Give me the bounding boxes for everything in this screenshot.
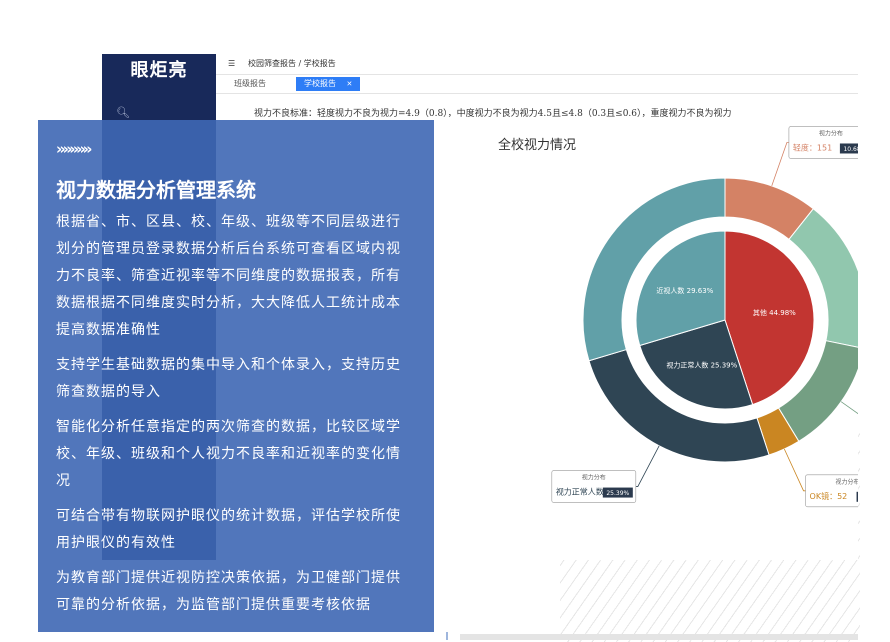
slice-tooltip: 视力分布视力正常人数：35925.39%	[551, 445, 660, 503]
chevrons-icon: »»»»»	[56, 140, 92, 158]
feature-paragraph: 智能化分析任意指定的两次筛查的数据，比较区域学校、年级、班级和个人视力不良率和近…	[56, 419, 401, 489]
tooltip-leader-line	[635, 445, 660, 487]
top-bar: ☰ 校园筛查报告 / 学校报告	[216, 54, 858, 75]
feature-paragraph: 为教育部门提供近视防控决策依据，为卫健部门提供可靠的分析依据，为监管部门提供重要…	[56, 570, 401, 613]
tooltip-title: 视力分布	[836, 478, 858, 486]
tooltip-percent: 10.68%	[843, 146, 858, 153]
tooltip-leader-line	[840, 401, 858, 415]
search-icon[interactable]: 🔍︎	[116, 106, 130, 119]
app-logo: 眼炬亮	[130, 60, 188, 81]
footer-divider	[460, 634, 858, 640]
tab-school-report[interactable]: 学校报告 ✕	[296, 77, 361, 91]
slice-tooltip: 视力分布重度：18513.08%	[840, 401, 858, 415]
tooltip-title: 视力分布	[582, 474, 606, 482]
tooltip-leader-line	[783, 448, 806, 492]
tooltip-name: 轻度：151	[793, 142, 832, 152]
feature-paragraph: 根据省、市、区县、校、年级、班级等不同层级进行划分的管理员登录数据分析后台系统可…	[56, 214, 401, 338]
feature-list: 根据省、市、区县、校、年级、班级等不同层级进行划分的管理员登录数据分析后台系统可…	[56, 209, 414, 627]
panel-title: 视力数据分析管理系统	[56, 178, 256, 202]
feature-paragraph: 支持学生基础数据的集中导入和个体录入，支持历史筛查数据的导入	[56, 357, 401, 400]
menu-icon[interactable]: ☰	[228, 54, 235, 74]
footer-marker	[446, 632, 448, 640]
feature-panel: »»»»» 视力数据分析管理系统 根据省、市、区县、校、年级、班级等不同层级进行…	[38, 120, 434, 632]
inner-slice-label: 其他 44.98%	[753, 308, 796, 317]
tab-label: 学校报告	[304, 79, 336, 88]
tooltip-title: 视力分布	[819, 129, 843, 137]
tooltip-leader-line	[771, 142, 789, 187]
inner-slice-label: 近视人数 29.63%	[656, 286, 713, 295]
tooltip-name: OK镜：52	[810, 491, 848, 501]
tooltip-percent: 25.39%	[606, 490, 629, 497]
tab-label: 班级报告	[234, 79, 266, 88]
close-icon[interactable]: ✕	[347, 80, 353, 88]
tab-class-report[interactable]: 班级报告	[226, 77, 274, 91]
tooltip-percent-badge	[856, 491, 858, 502]
tabs-bar: 班级报告 学校报告 ✕	[216, 75, 858, 94]
slice-tooltip: 视力分布OK镜：523.68%	[783, 448, 858, 508]
slice-tooltip: 视力分布轻度：151 10.68%	[771, 126, 858, 187]
breadcrumb: 校园筛查报告 / 学校报告	[248, 59, 336, 68]
inner-slice-label: 视力正常人数 25.39%	[666, 360, 737, 369]
feature-paragraph: 可结合带有物联网护眼仪的统计数据，评估学校所使用护眼仪的有效性	[56, 508, 401, 551]
